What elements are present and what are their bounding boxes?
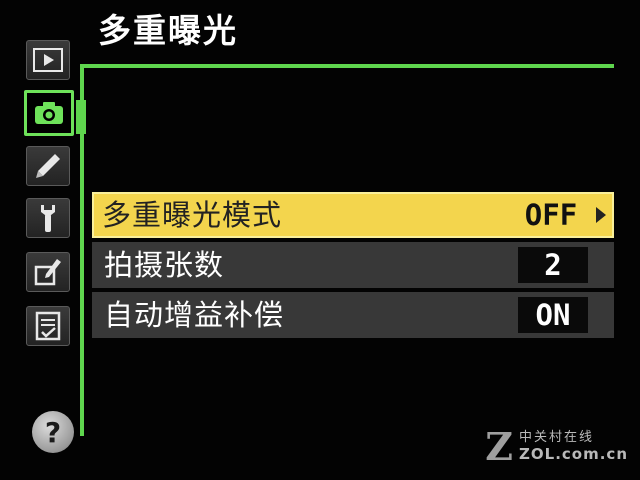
tab-retouch[interactable] (26, 252, 70, 292)
tab-custom-settings[interactable] (26, 146, 70, 186)
menu-tab-rail: ? (22, 38, 80, 480)
wrench-icon (41, 205, 55, 232)
camera-icon (35, 102, 63, 124)
recent-settings-icon (35, 311, 61, 341)
page-title: 多重曝光 (98, 11, 238, 50)
menu-item-label: 多重曝光模式 (102, 198, 283, 232)
chevron-right-icon (596, 207, 606, 223)
zol-watermark: Z 中关村在线 ZOL.com.cn (485, 428, 628, 466)
camera-menu-screen: ? 多重曝光 多重曝光模式 OFF 拍摄张数 2 自动增益补偿 ON Z 中关村… (0, 0, 640, 480)
active-tab-connector (76, 100, 86, 134)
watermark-cn-text: 中关村在线 (519, 429, 595, 445)
menu-frame-top (80, 64, 614, 68)
retouch-icon (34, 259, 61, 286)
watermark-en-text: ZOL.com.cn (519, 444, 628, 463)
tab-my-menu[interactable] (26, 306, 70, 346)
menu-item-value: ON (518, 297, 588, 333)
play-icon (33, 48, 63, 72)
help-icon[interactable]: ? (32, 411, 74, 453)
menu-item-label: 自动增益补偿 (104, 298, 285, 332)
menu-item-label: 拍摄张数 (104, 248, 225, 282)
zol-logo-icon: Z (485, 424, 514, 469)
tab-playback[interactable] (26, 40, 70, 80)
menu-item-auto-gain[interactable]: 自动增益补偿 ON (92, 292, 614, 338)
menu-item-number-of-shots[interactable]: 拍摄张数 2 (92, 242, 614, 288)
pencil-icon (36, 154, 60, 178)
menu-list: 多重曝光模式 OFF 拍摄张数 2 自动增益补偿 ON (92, 192, 614, 342)
menu-item-multiple-exposure-mode[interactable]: 多重曝光模式 OFF (92, 192, 614, 238)
tab-shooting[interactable] (24, 90, 74, 136)
help-icon-glyph: ? (44, 415, 62, 449)
menu-item-value: 2 (518, 247, 588, 283)
menu-item-value: OFF (524, 198, 578, 232)
tab-setup[interactable] (26, 198, 70, 238)
